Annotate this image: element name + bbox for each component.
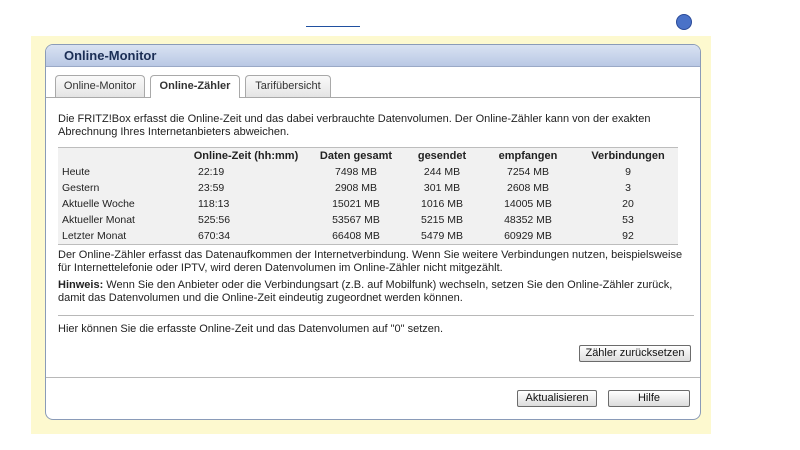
- sent-cell: 5479 MB: [420, 230, 464, 242]
- hint-paragraph: Hinweis: Wenn Sie den Anbieter oder die …: [58, 279, 694, 305]
- total-cell: 15021 MB: [332, 198, 380, 210]
- received-cell: 48352 MB: [504, 214, 552, 226]
- table-row: Letzter Monat 670:34 66408 MB 5479 MB 60…: [58, 228, 678, 245]
- reset-counter-button[interactable]: Zähler zurücksetzen: [579, 345, 691, 362]
- connections-cell: 9: [625, 166, 631, 178]
- table-header-row: Online-Zeit (hh:mm) Daten gesamt gesende…: [58, 148, 678, 165]
- online-time-cell: 22:19: [198, 166, 225, 178]
- total-cell: 7498 MB: [334, 166, 378, 178]
- total-cell: 2908 MB: [334, 182, 378, 194]
- received-cell: 14005 MB: [504, 198, 552, 210]
- period-cell: Gestern: [62, 182, 100, 194]
- online-time-cell: 670:34: [198, 230, 231, 242]
- tab-content: Die FRITZ!Box erfasst die Online-Zeit un…: [58, 113, 694, 335]
- period-cell: Heute: [62, 166, 91, 178]
- online-time-cell: 23:59: [198, 182, 225, 194]
- help-button[interactable]: Hilfe: [608, 390, 690, 407]
- column-header: empfangen: [498, 150, 558, 162]
- note-text: Der Online-Zähler erfasst das Datenaufko…: [58, 249, 683, 274]
- connections-cell: 53: [622, 214, 634, 226]
- reset-description: Hier können Sie die erfasste Online-Zeit…: [58, 323, 444, 335]
- connections-cell: 20: [622, 198, 634, 210]
- online-monitor-panel: Online-Monitor Online-Monitor Online-Zäh…: [45, 44, 701, 420]
- panel-title: Online-Monitor: [46, 45, 700, 67]
- table-row: Aktueller Monat 525:56 53567 MB 5215 MB …: [58, 212, 678, 228]
- column-header: [58, 148, 186, 165]
- sent-cell: 244 MB: [423, 166, 461, 178]
- total-cell: 53567 MB: [332, 214, 380, 226]
- intro-text: Die FRITZ!Box erfasst die Online-Zeit un…: [58, 113, 651, 138]
- received-cell: 60929 MB: [504, 230, 552, 242]
- cropped-link[interactable]: [306, 26, 360, 27]
- table-row: Gestern 23:59 2908 MB 301 MB 2608 MB 3: [58, 180, 678, 196]
- total-cell: 66408 MB: [332, 230, 380, 242]
- column-header: Verbindungen: [591, 150, 665, 162]
- table-row: Heute 22:19 7498 MB 244 MB 7254 MB 9: [58, 164, 678, 180]
- sent-cell: 5215 MB: [420, 214, 464, 226]
- sent-cell: 301 MB: [423, 182, 461, 194]
- tab-online-zaehler[interactable]: Online-Zähler: [150, 75, 240, 98]
- connections-cell: 92: [622, 230, 634, 242]
- sent-cell: 1016 MB: [420, 198, 464, 210]
- top-strip-cropped: [300, 14, 700, 34]
- table-row: Aktuelle Woche 118:13 15021 MB 1016 MB 1…: [58, 196, 678, 212]
- column-header: Online-Zeit (hh:mm): [193, 150, 299, 162]
- column-header: gesendet: [417, 150, 467, 162]
- connections-cell: 3: [625, 182, 631, 194]
- period-cell: Letzter Monat: [62, 230, 127, 242]
- column-header: Daten gesamt: [319, 150, 393, 162]
- online-time-cell: 525:56: [198, 214, 231, 226]
- period-cell: Aktueller Monat: [62, 214, 135, 226]
- tab-online-monitor[interactable]: Online-Monitor: [55, 75, 145, 97]
- received-cell: 2608 MB: [506, 182, 550, 194]
- help-circle-icon[interactable]: [676, 14, 692, 30]
- counter-table: Online-Zeit (hh:mm) Daten gesamt gesende…: [58, 147, 678, 245]
- period-cell: Aktuelle Woche: [62, 198, 135, 210]
- tab-bar: Online-Monitor Online-Zähler Tarifübersi…: [46, 67, 700, 98]
- hint-label: Hinweis:: [58, 279, 104, 291]
- hint-text: Wenn Sie den Anbieter oder die Verbindun…: [58, 279, 673, 304]
- tab-tarifuebersicht[interactable]: Tarifübersicht: [245, 75, 331, 97]
- footer-divider: [46, 377, 700, 378]
- received-cell: 7254 MB: [506, 166, 550, 178]
- section-divider: [58, 315, 694, 316]
- refresh-button[interactable]: Aktualisieren: [517, 390, 597, 407]
- online-time-cell: 118:13: [198, 198, 230, 210]
